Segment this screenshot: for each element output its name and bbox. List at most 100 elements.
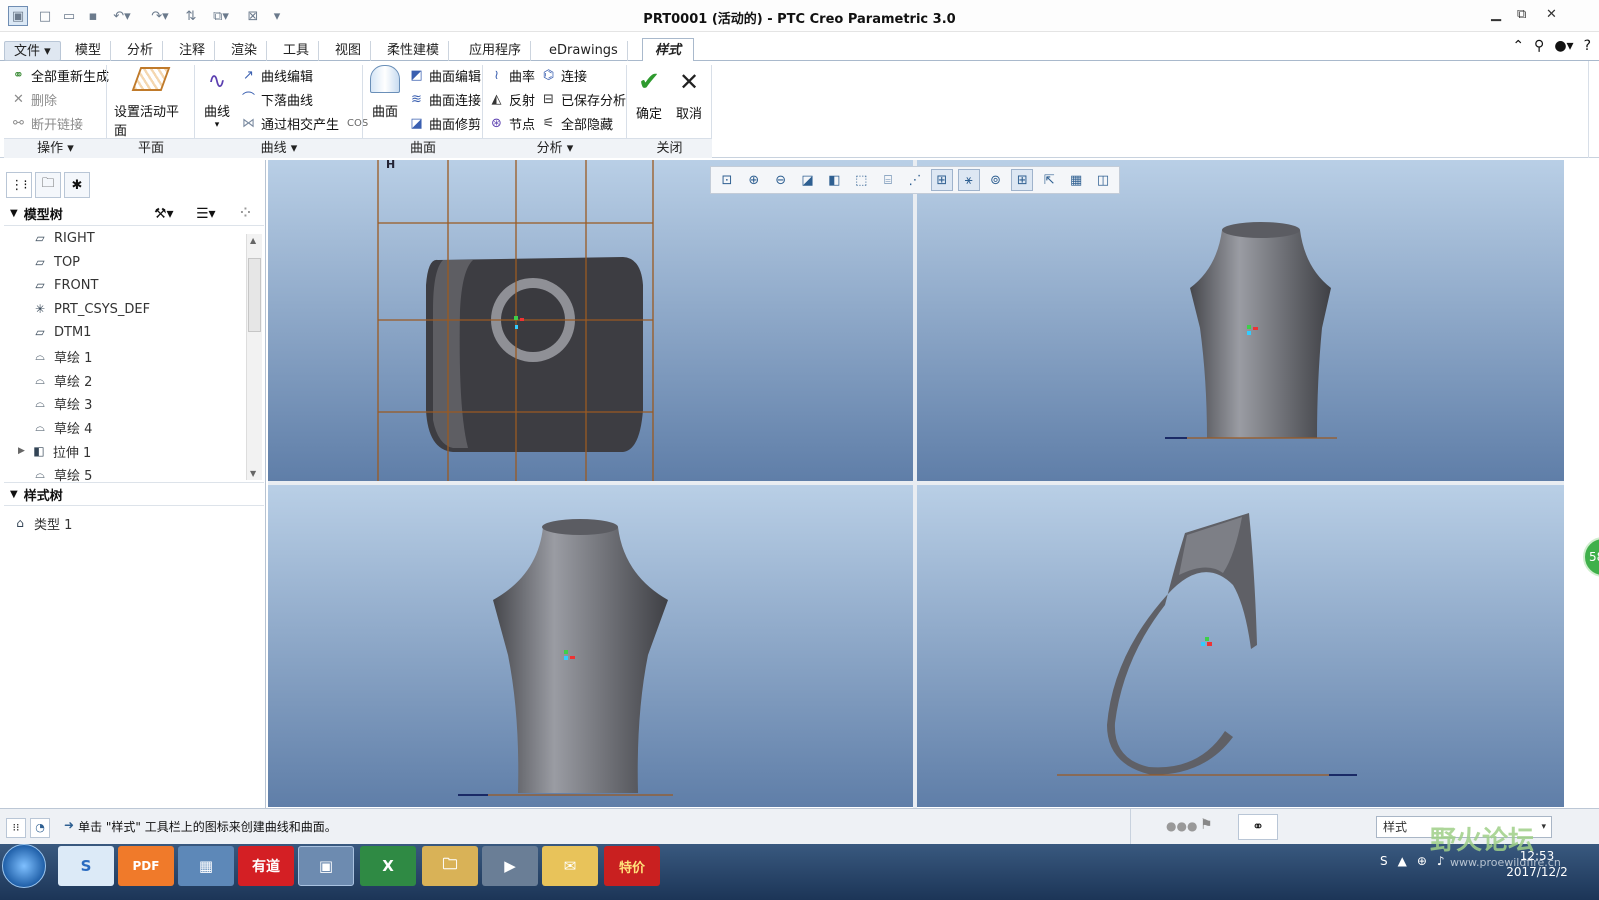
zoom-out-icon[interactable]: ⊖ xyxy=(770,169,792,191)
flag-icon[interactable]: ⚑ xyxy=(1200,817,1213,833)
help-icon[interactable]: ? xyxy=(1584,38,1591,54)
saved-analysis-button[interactable]: ⊟ 已保存分析 xyxy=(540,88,626,110)
spin-center-icon[interactable]: ⊞ xyxy=(930,169,953,191)
cancel-button[interactable]: ✕ 取消 xyxy=(672,67,706,122)
ok-button[interactable]: ✔ 确定 xyxy=(632,67,666,122)
tree-item-sketch4[interactable]: ⌓ 草绘 4 xyxy=(32,416,92,438)
start-button[interactable] xyxy=(2,844,46,888)
tab-render[interactable]: 渲染 xyxy=(222,41,268,61)
filter-icon[interactable]: ⁘ xyxy=(240,206,251,221)
restore-icon[interactable]: ⧉ xyxy=(1517,7,1526,22)
group-curves[interactable]: 曲线 ▾ xyxy=(195,138,363,158)
display-style-icon[interactable]: ◧ xyxy=(823,169,845,191)
scroll-thumb[interactable] xyxy=(248,258,261,332)
taskbar-app-calculator[interactable]: ▦ xyxy=(178,846,234,886)
tab-flexible-modeling[interactable]: 柔性建模 xyxy=(378,41,450,61)
tree-item-extrude1[interactable]: ▶ ◧ 拉伸 1 xyxy=(18,440,91,462)
taskbar-app-pdf[interactable]: PDF xyxy=(118,846,174,886)
regenerate-all-button[interactable]: ⚭ 全部重新生成 xyxy=(10,64,109,86)
tab-model[interactable]: 模型 xyxy=(66,41,112,61)
perspective-icon[interactable]: ⊚ xyxy=(985,169,1007,191)
tab-style[interactable]: 样式 xyxy=(642,38,694,62)
hide-all-button[interactable]: ⚟ 全部隐藏 xyxy=(540,112,613,134)
tree-item-sketch1[interactable]: ⌓ 草绘 1 xyxy=(32,345,92,367)
refit-icon[interactable]: ⊡ xyxy=(716,169,738,191)
browser-toggle-icon[interactable]: ◔ xyxy=(30,818,50,838)
collapse-icon[interactable]: ▼ xyxy=(10,208,18,219)
section-icon[interactable]: ◫ xyxy=(1092,169,1114,191)
taskbar-app-excel[interactable]: X xyxy=(360,846,416,886)
tree-item-sketch3[interactable]: ⌓ 草绘 3 xyxy=(32,392,92,414)
repaint-icon[interactable]: ◪ xyxy=(797,169,819,191)
community-icon[interactable]: ●▾ xyxy=(1554,38,1573,54)
tab-tools[interactable]: 工具 xyxy=(274,41,320,61)
viewport-top[interactable]: H xyxy=(268,158,913,481)
surface-connect-button[interactable]: ≋ 曲面连接 xyxy=(408,88,481,110)
taskbar-app-creo[interactable]: ▣ xyxy=(298,846,354,886)
node-button[interactable]: ⊛ 节点 xyxy=(488,112,535,134)
tree-item-front[interactable]: ▱ FRONT xyxy=(32,274,98,296)
tab-analysis[interactable]: 分析 xyxy=(118,41,164,61)
delete-button[interactable]: ✕ 删除 xyxy=(10,88,57,110)
datum-display-icon[interactable]: ⋰ xyxy=(904,169,926,191)
tree-item-dtm1[interactable]: ▱ DTM1 xyxy=(32,321,91,343)
reflect-button[interactable]: ◭ 反射 xyxy=(488,88,536,110)
model-tree-header[interactable]: ▼ 模型树 ⚒▾ ☰▾ ⁘ xyxy=(4,202,264,226)
settings-icon[interactable]: ⚒▾ xyxy=(154,206,174,222)
minimize-ribbon-icon[interactable]: ⌃ xyxy=(1512,38,1524,54)
four-view-icon[interactable]: ⊞ xyxy=(1011,169,1034,191)
grid-icon[interactable]: ▦ xyxy=(1065,169,1087,191)
surface-button[interactable]: 曲面 xyxy=(366,65,404,120)
curve-edit-button[interactable]: ↗ 曲线编辑 xyxy=(240,64,313,86)
tab-annotate[interactable]: 注释 xyxy=(170,41,216,61)
volume-icon[interactable]: ♪ xyxy=(1437,854,1445,868)
viewport-iso[interactable] xyxy=(917,485,1564,807)
tab-file[interactable]: 文件 ▾ xyxy=(4,41,61,61)
scroll-up-icon[interactable]: ▲ xyxy=(250,236,256,245)
model-tree-tab-icon[interactable]: ⋮⁝ xyxy=(6,172,32,198)
taskbar-app-sogou[interactable]: S xyxy=(58,846,114,886)
find-icon[interactable]: ⚭ xyxy=(1238,814,1278,840)
taskbar-app-youdao[interactable]: 有道 xyxy=(238,846,294,886)
tab-edrawings[interactable]: eDrawings xyxy=(540,41,628,61)
taskbar-app-explorer[interactable]: 🗀 xyxy=(422,846,478,886)
clock[interactable]: 12:53 2017/12/2 xyxy=(1492,848,1582,880)
style-tree-item[interactable]: ⌂ 类型 1 xyxy=(12,512,72,534)
tray-up-icon[interactable]: ▲ xyxy=(1398,854,1407,868)
intersect-curve-button[interactable]: ⋈ 通过相交产生 COS xyxy=(240,112,368,134)
annotation-display-icon[interactable]: ⚹ xyxy=(957,169,980,191)
curvature-button[interactable]: ≀ 曲率 xyxy=(488,64,535,86)
tree-item-sketch2[interactable]: ⌓ 草绘 2 xyxy=(32,369,92,391)
tree-item-csys[interactable]: ✳ PRT_CSYS_DEF xyxy=(32,298,150,320)
show-icon[interactable]: ☰▾ xyxy=(196,206,216,222)
taskbar-app-mail[interactable]: ✉ xyxy=(542,846,598,886)
saved-orientations-icon[interactable]: ⬚ xyxy=(850,169,872,191)
viewport-hsplit[interactable] xyxy=(268,481,1564,485)
taskbar-app-video[interactable]: ▶ xyxy=(482,846,538,886)
style-tree-header[interactable]: ▼ 样式树 xyxy=(4,482,264,506)
view-manager-icon[interactable]: ⌸ xyxy=(877,169,899,191)
folder-browser-tab-icon[interactable]: 🗀 xyxy=(35,172,61,198)
drop-curve-button[interactable]: ⌒ 下落曲线 xyxy=(240,88,313,110)
tree-item-right[interactable]: ▱ RIGHT xyxy=(32,227,94,249)
tab-applications[interactable]: 应用程序 xyxy=(460,41,532,61)
network-icon[interactable]: ⊕ xyxy=(1417,854,1427,868)
curve-button[interactable]: ∿ 曲线 ▾ xyxy=(198,69,236,130)
connect-analysis-button[interactable]: ⌬ 连接 xyxy=(540,64,587,86)
navigator-toggle-icon[interactable]: ⁝⁝ xyxy=(6,818,26,838)
active-plane-icon[interactable]: ⇱ xyxy=(1038,169,1060,191)
favorites-tab-icon[interactable]: ✱ xyxy=(64,172,90,198)
scroll-down-icon[interactable]: ▼ xyxy=(250,469,256,478)
side-badge[interactable]: 58 xyxy=(1583,537,1599,577)
close-icon[interactable]: ✕ xyxy=(1546,7,1557,22)
surface-trim-button[interactable]: ◪ 曲面修剪 xyxy=(408,112,481,134)
tab-view[interactable]: 视图 xyxy=(326,41,372,61)
collapse-icon[interactable]: ▼ xyxy=(10,489,18,500)
tree-scrollbar[interactable]: ▲ ▼ xyxy=(246,234,262,480)
viewport-front[interactable] xyxy=(917,160,1564,481)
ime-icon[interactable]: S xyxy=(1380,854,1388,868)
surface-edit-button[interactable]: ◩ 曲面编辑 xyxy=(408,64,481,86)
group-analysis[interactable]: 分析 ▾ xyxy=(483,138,627,158)
set-active-plane-button[interactable]: 设置活动平面 ▾ xyxy=(114,67,188,149)
tree-item-top[interactable]: ▱ TOP xyxy=(32,251,80,273)
